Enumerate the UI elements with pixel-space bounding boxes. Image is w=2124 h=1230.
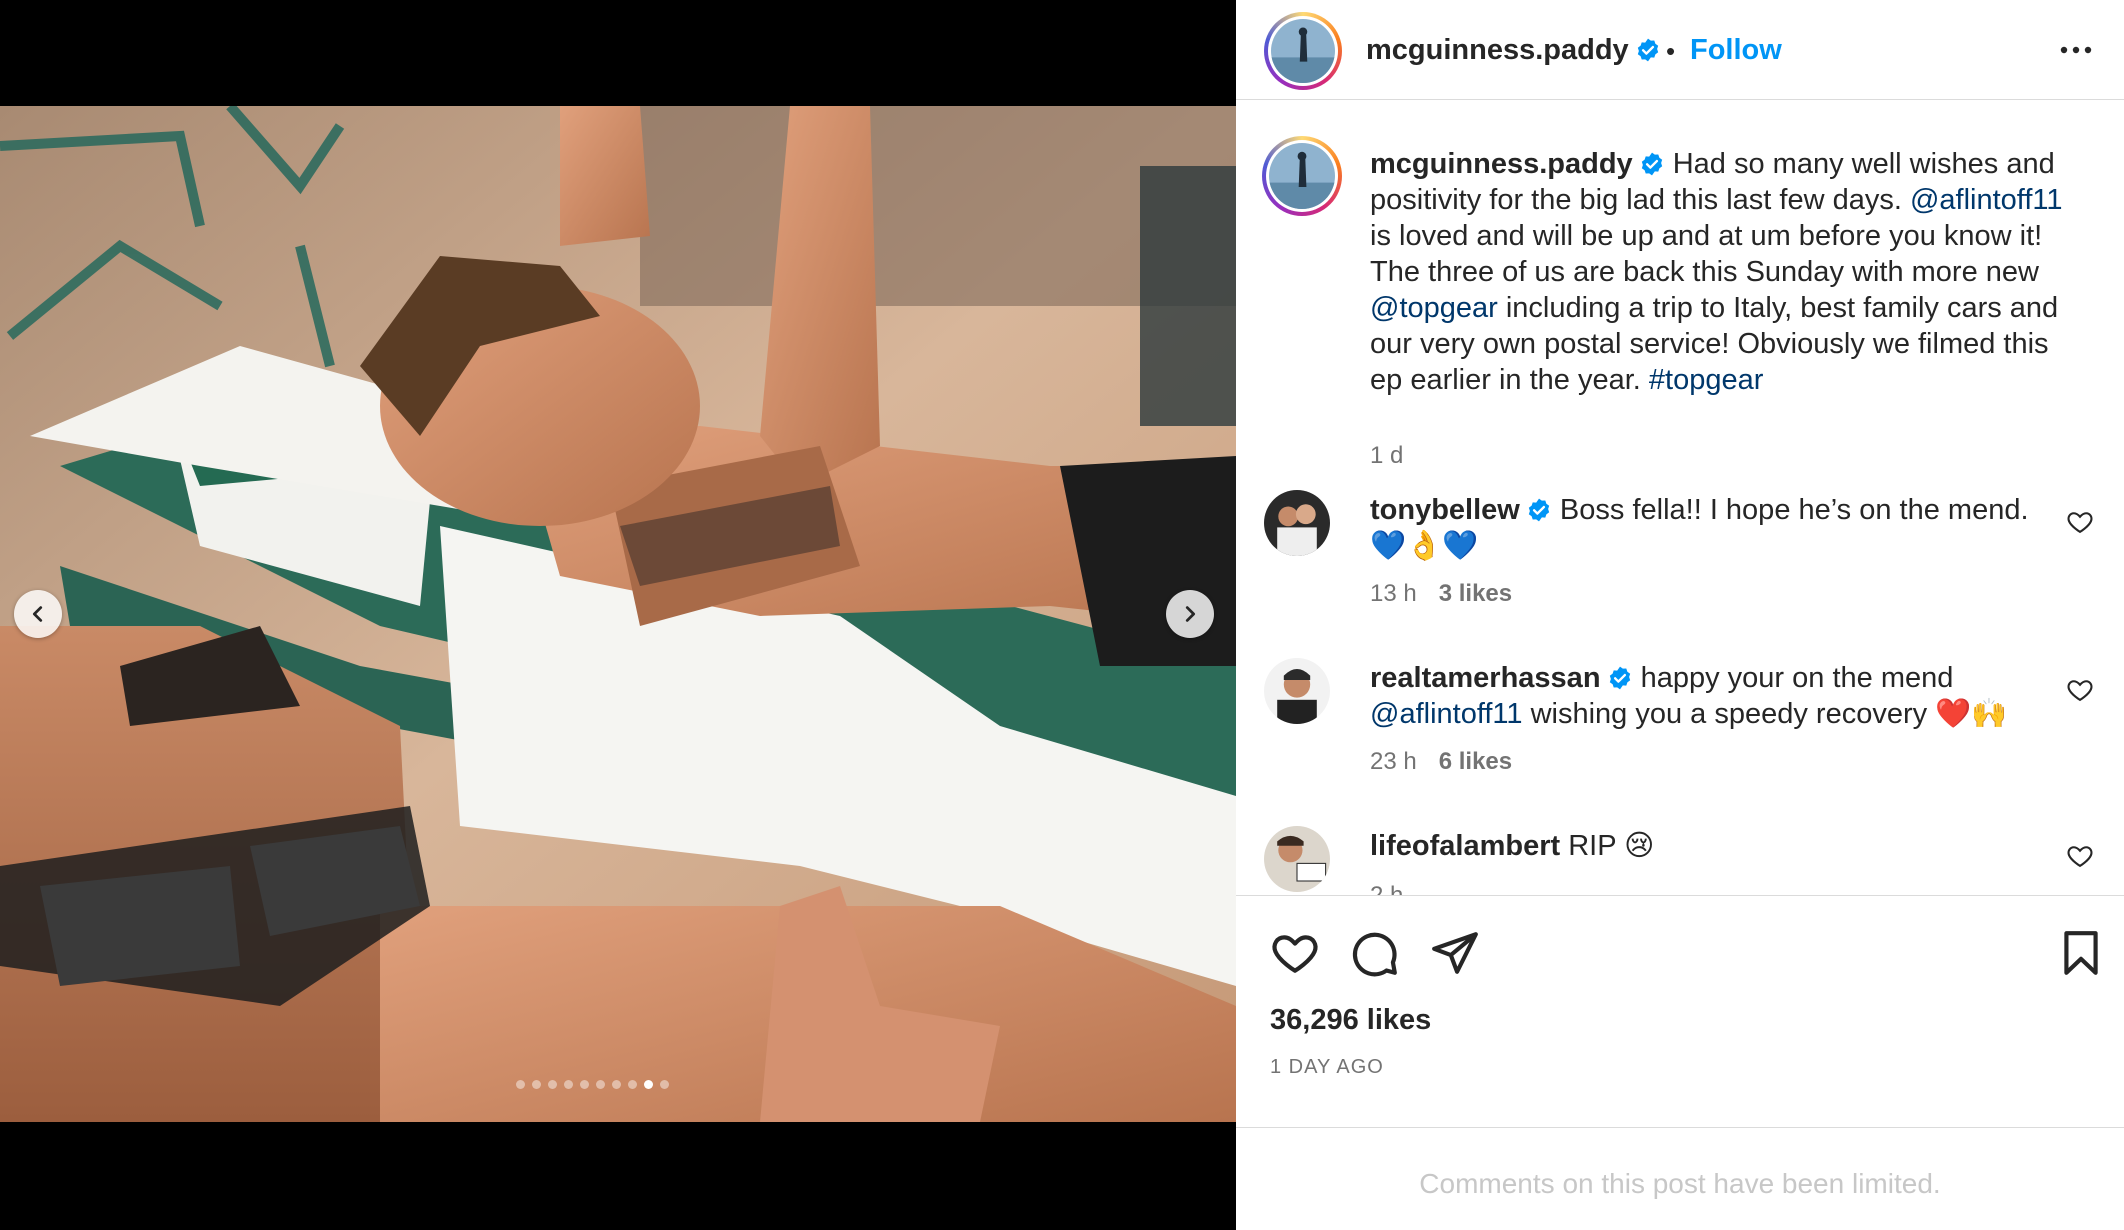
caption-mention-link[interactable]: @topgear bbox=[1370, 292, 1498, 324]
avatar-image bbox=[1271, 19, 1335, 83]
carousel-prev-button[interactable] bbox=[14, 590, 62, 638]
carousel-dot bbox=[516, 1080, 525, 1089]
caption-text-segment: is loved and will be up and at um before… bbox=[1370, 220, 2043, 288]
comment-likes[interactable]: 3 likes bbox=[1439, 580, 1512, 607]
carousel-dot bbox=[612, 1080, 621, 1089]
comment-username[interactable]: realtamerhassan bbox=[1370, 662, 1601, 694]
caption-username[interactable]: mcguinness.paddy bbox=[1370, 148, 1633, 180]
author-avatar[interactable] bbox=[1264, 12, 1342, 90]
carousel-dot bbox=[564, 1080, 573, 1089]
like-comment-heart-icon[interactable] bbox=[2066, 676, 2094, 704]
verified-badge-icon bbox=[1528, 498, 1550, 522]
comment-likes[interactable]: 6 likes bbox=[1439, 748, 1512, 775]
comment-meta: 23 h 6 likes bbox=[1370, 748, 1512, 776]
comment-meta: 2 h bbox=[1370, 882, 1403, 895]
caption-mention-link[interactable]: @aflintoff11 bbox=[1910, 184, 2063, 216]
post-media bbox=[0, 0, 1236, 1230]
header-separator: • bbox=[1666, 36, 1676, 66]
comment-meta: 13 h 3 likes bbox=[1370, 580, 1512, 608]
caption-time: 1 d bbox=[1370, 442, 1404, 469]
like-comment-heart-icon[interactable] bbox=[2066, 508, 2094, 536]
verified-badge-icon bbox=[1637, 38, 1658, 62]
carousel-dots bbox=[516, 1080, 669, 1089]
comment-text: tonybellew Boss fella!! I hope he’s on t… bbox=[1370, 492, 2070, 564]
like-comment-heart-icon[interactable] bbox=[2066, 842, 2094, 870]
caption-text: mcguinness.paddy Had so many well wishes… bbox=[1370, 146, 2070, 398]
save-bookmark-icon[interactable] bbox=[2056, 928, 2106, 978]
carousel-next-button[interactable] bbox=[1166, 590, 1214, 638]
avatar-image bbox=[1264, 826, 1330, 892]
carousel-dot bbox=[532, 1080, 541, 1089]
caption-avatar[interactable] bbox=[1262, 136, 1342, 216]
post-date: 1 DAY AGO bbox=[1270, 1056, 1384, 1078]
comment-text: lifeofalambert RIP 😢 bbox=[1370, 828, 2070, 864]
caption-mention-link[interactable]: #topgear bbox=[1649, 364, 1764, 396]
carousel-dot bbox=[548, 1080, 557, 1089]
commenter-avatar[interactable] bbox=[1264, 490, 1330, 556]
share-paper-plane-icon[interactable] bbox=[1430, 928, 1480, 978]
avatar-image bbox=[1269, 143, 1335, 209]
post-actions: 36,296 likes 1 DAY AGO bbox=[1236, 895, 2124, 1128]
post-panel: mcguinness.paddy • Follow mcguinness.pad… bbox=[1236, 0, 2124, 1230]
comment-username[interactable]: tonybellew bbox=[1370, 494, 1520, 526]
comment-bubble-icon[interactable] bbox=[1350, 928, 1400, 978]
chevron-left-icon bbox=[32, 606, 43, 622]
commenter-avatar[interactable] bbox=[1264, 826, 1330, 892]
likes-count[interactable]: 36,296 likes bbox=[1270, 1004, 1431, 1037]
chevron-right-icon bbox=[1185, 606, 1196, 622]
comment-mention-link[interactable]: @aflintoff11 bbox=[1370, 698, 1523, 730]
like-heart-icon[interactable] bbox=[1270, 928, 1320, 978]
comment-time: 13 h bbox=[1370, 580, 1417, 607]
commenter-avatar[interactable] bbox=[1264, 658, 1330, 724]
more-options-icon[interactable] bbox=[2058, 40, 2094, 60]
carousel-dot bbox=[660, 1080, 669, 1089]
photo-illustration bbox=[0, 106, 1236, 1122]
verified-badge-icon bbox=[1609, 666, 1630, 690]
caption-body: Had so many well wishes and positivity f… bbox=[1370, 148, 2063, 396]
comment-time: 2 h bbox=[1370, 882, 1403, 895]
follow-button[interactable]: Follow bbox=[1690, 34, 1782, 67]
avatar-image bbox=[1264, 658, 1330, 724]
comment-username[interactable]: lifeofalambert bbox=[1370, 830, 1560, 862]
carousel-dot bbox=[580, 1080, 589, 1089]
carousel-dot bbox=[596, 1080, 605, 1089]
comment-body: happy your on the mend bbox=[1632, 662, 1954, 694]
post-header: mcguinness.paddy • Follow bbox=[1236, 0, 2124, 100]
comment-body-end: wishing you a speedy recovery ❤️🙌 bbox=[1522, 698, 2008, 730]
post-photo bbox=[0, 106, 1236, 1122]
comments-list[interactable]: mcguinness.paddy Had so many well wishes… bbox=[1236, 100, 2124, 895]
verified-badge-icon bbox=[1641, 152, 1662, 176]
author-username[interactable]: mcguinness.paddy bbox=[1366, 34, 1661, 67]
comments-limited-notice: Comments on this post have been limited. bbox=[1419, 1168, 1941, 1199]
carousel-dot bbox=[628, 1080, 637, 1089]
carousel-dot bbox=[644, 1080, 653, 1089]
comment-body: RIP 😢 bbox=[1560, 830, 1655, 862]
avatar-image bbox=[1264, 490, 1330, 556]
comment-time: 23 h bbox=[1370, 748, 1417, 775]
comment-text: realtamerhassan happy your on the mend @… bbox=[1370, 660, 2070, 732]
